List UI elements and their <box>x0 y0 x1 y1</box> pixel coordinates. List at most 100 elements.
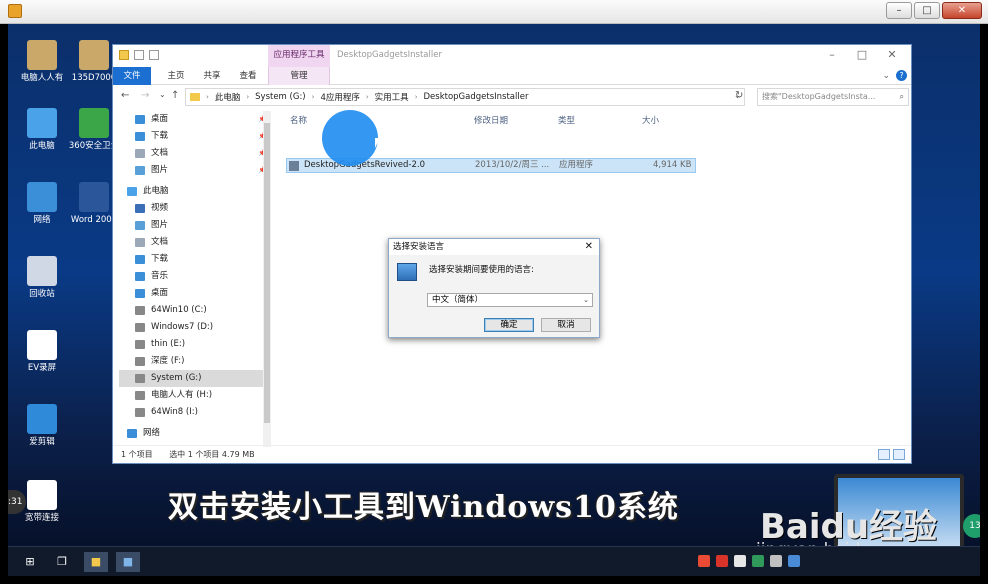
breadcrumb-4[interactable]: DesktopGadgetsInstaller <box>424 92 529 102</box>
minimize-button[interactable]: – <box>886 2 912 19</box>
desktop-icon[interactable]: 回收站 <box>10 256 74 300</box>
nav-item-label: 64Win10 (C:) <box>151 305 207 315</box>
nav-item[interactable]: 图片📌 <box>119 162 271 179</box>
folder-icon <box>79 40 109 70</box>
chevron-down-icon: ⌄ <box>583 296 589 304</box>
nav-item[interactable]: 此电脑 <box>119 183 271 200</box>
explorer-minimize-button[interactable]: – <box>817 45 847 65</box>
tray-app-icon[interactable] <box>770 555 782 567</box>
installer-icon <box>397 263 417 281</box>
tab-share[interactable]: 共享 <box>197 67 227 85</box>
desktop-icon[interactable]: EV录屏 <box>10 330 74 374</box>
nav-item-label: 音乐 <box>151 271 169 281</box>
desktop-icon[interactable]: 爱剪辑 <box>10 404 74 448</box>
up-icon[interactable]: ↑ <box>171 90 179 101</box>
new-folder-icon[interactable] <box>149 50 159 60</box>
nav-item-icon <box>135 340 145 349</box>
tray-app-icon[interactable] <box>698 555 710 567</box>
search-input[interactable]: 搜索"DesktopGadgetsInsta... ⌕ <box>757 88 909 106</box>
nav-item[interactable]: System (G:) <box>119 370 271 387</box>
forward-icon[interactable]: → <box>141 90 149 101</box>
help-icon[interactable]: ? <box>896 70 907 81</box>
nav-item[interactable]: 电脑人人有 (H:) <box>119 387 271 404</box>
nav-item[interactable]: 图片 <box>119 217 271 234</box>
explorer-title-bar: 应用程序工具 DesktopGadgetsInstaller – □ ✕ <box>113 45 911 67</box>
window-title: DesktopGadgetsInstaller <box>337 50 442 60</box>
nav-item-icon <box>135 391 145 400</box>
nav-scrollbar[interactable] <box>263 111 271 447</box>
column-name[interactable]: 名称 <box>290 111 307 131</box>
nav-item-icon <box>127 187 137 196</box>
cancel-button[interactable]: 取消 <box>541 318 591 332</box>
properties-icon[interactable] <box>134 50 144 60</box>
explorer-close-button[interactable]: ✕ <box>877 45 907 65</box>
search-icon[interactable]: ⌕ <box>900 89 904 105</box>
close-button[interactable]: ✕ <box>942 2 982 19</box>
nav-item[interactable]: 音乐 <box>119 268 271 285</box>
nav-item[interactable]: 视频 <box>119 200 271 217</box>
tray-app-icon[interactable] <box>752 555 764 567</box>
nav-item[interactable]: 64Win8 (I:) <box>119 404 271 421</box>
nav-item-icon <box>135 408 145 417</box>
nav-item-label: 下载 <box>151 131 169 141</box>
refresh-icon[interactable]: ↻ <box>735 90 743 101</box>
nav-item[interactable]: 桌面📌 <box>119 111 271 128</box>
tray-app-icon[interactable] <box>788 555 800 567</box>
nav-item[interactable]: 网络 <box>119 425 271 442</box>
large-icons-view-icon[interactable] <box>893 449 905 460</box>
breadcrumb-3[interactable]: 实用工具 <box>375 91 409 103</box>
nav-item[interactable]: 64Win10 (C:) <box>119 302 271 319</box>
nav-item-icon <box>127 429 137 438</box>
nav-item-label: 视频 <box>151 203 169 213</box>
nav-item-label: 深度 (F:) <box>151 356 185 366</box>
context-tab-app-tools[interactable]: 应用程序工具 <box>268 45 330 67</box>
explorer-maximize-button[interactable]: □ <box>847 45 877 65</box>
breadcrumb-2[interactable]: 4应用程序 <box>320 91 359 103</box>
player-title-bar: – □ ✕ <box>0 0 988 24</box>
nav-item-label: Windows7 (D:) <box>151 322 214 332</box>
tab-home[interactable]: 主页 <box>161 67 191 85</box>
installer-icon <box>289 161 299 171</box>
nav-item[interactable]: 下载 <box>119 251 271 268</box>
nav-item[interactable]: thin (E:) <box>119 336 271 353</box>
column-modified[interactable]: 修改日期 <box>474 111 508 131</box>
nav-item[interactable]: Windows7 (D:) <box>119 319 271 336</box>
player-app-icon[interactable] <box>8 4 22 18</box>
nav-item-label: 桌面 <box>151 288 169 298</box>
back-icon[interactable]: ← <box>121 90 129 101</box>
nav-item[interactable]: 深度 (F:) <box>119 353 271 370</box>
nav-item[interactable]: 文档 <box>119 234 271 251</box>
tab-manage[interactable]: 管理 <box>268 67 330 85</box>
breadcrumb-0[interactable]: 此电脑 <box>215 91 241 103</box>
column-type[interactable]: 类型 <box>558 111 575 131</box>
file-modified: 2013/10/2/周三 ... <box>475 160 550 170</box>
nav-item[interactable]: 桌面 <box>119 285 271 302</box>
nav-item[interactable]: 下载📌 <box>119 128 271 145</box>
language-select[interactable]: 中文（简体） ⌄ <box>427 293 593 307</box>
nav-item-icon <box>135 149 145 158</box>
tray-app-icon[interactable] <box>716 555 728 567</box>
expand-ribbon-icon[interactable]: ⌄ <box>882 71 890 81</box>
start-icon[interactable]: ⊞ <box>18 552 42 572</box>
user-folder-icon <box>27 40 57 70</box>
file-explorer-taskbar-icon[interactable]: ■ <box>84 552 108 572</box>
nav-item-label: 图片 <box>151 165 169 175</box>
details-view-icon[interactable] <box>878 449 890 460</box>
recent-dropdown-icon[interactable]: ⌄ <box>159 90 166 99</box>
task-view-icon[interactable]: ❐ <box>50 552 74 572</box>
dialog-title-bar: 选择安装语言 ✕ <box>389 239 599 255</box>
desktop-icon-label: 回收站 <box>29 289 55 299</box>
installer-taskbar-icon[interactable]: ■ <box>116 552 140 572</box>
column-size[interactable]: 大小 <box>642 111 659 131</box>
address-bar[interactable]: › 此电脑 › System (G:) › 4应用程序 › 实用工具 › Des… <box>185 88 745 106</box>
broadband-icon <box>27 480 57 510</box>
tab-file[interactable]: 文件 <box>113 67 151 85</box>
nav-item-icon <box>135 115 145 124</box>
ok-button[interactable]: 确定 <box>484 318 534 332</box>
dialog-close-icon[interactable]: ✕ <box>585 239 593 255</box>
breadcrumb-1[interactable]: System (G:) <box>255 92 305 102</box>
nav-item[interactable]: 文档📌 <box>119 145 271 162</box>
maximize-button[interactable]: □ <box>914 2 940 19</box>
tab-view[interactable]: 查看 <box>233 67 263 85</box>
tray-app-icon[interactable] <box>734 555 746 567</box>
